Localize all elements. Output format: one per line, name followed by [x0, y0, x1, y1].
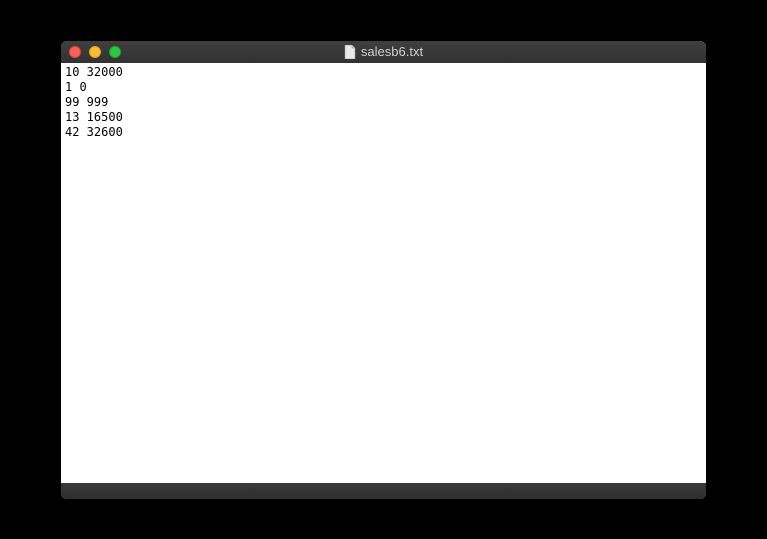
status-bar [61, 483, 706, 499]
text-line: 13 16500 [65, 110, 702, 125]
titlebar[interactable]: salesb6.txt [61, 41, 706, 63]
text-line: 10 32000 [65, 65, 702, 80]
close-button[interactable] [69, 46, 81, 58]
zoom-button[interactable] [109, 46, 121, 58]
text-content[interactable]: 10 320001 099 99913 1650042 32600 [61, 63, 706, 483]
text-editor-window: salesb6.txt 10 320001 099 99913 1650042 … [61, 41, 706, 499]
text-line: 99 999 [65, 95, 702, 110]
traffic-lights [69, 46, 121, 58]
minimize-button[interactable] [89, 46, 101, 58]
title-container: salesb6.txt [61, 44, 706, 59]
document-icon [344, 45, 356, 59]
window-title: salesb6.txt [361, 44, 423, 59]
text-line: 1 0 [65, 80, 702, 95]
text-line: 42 32600 [65, 125, 702, 140]
